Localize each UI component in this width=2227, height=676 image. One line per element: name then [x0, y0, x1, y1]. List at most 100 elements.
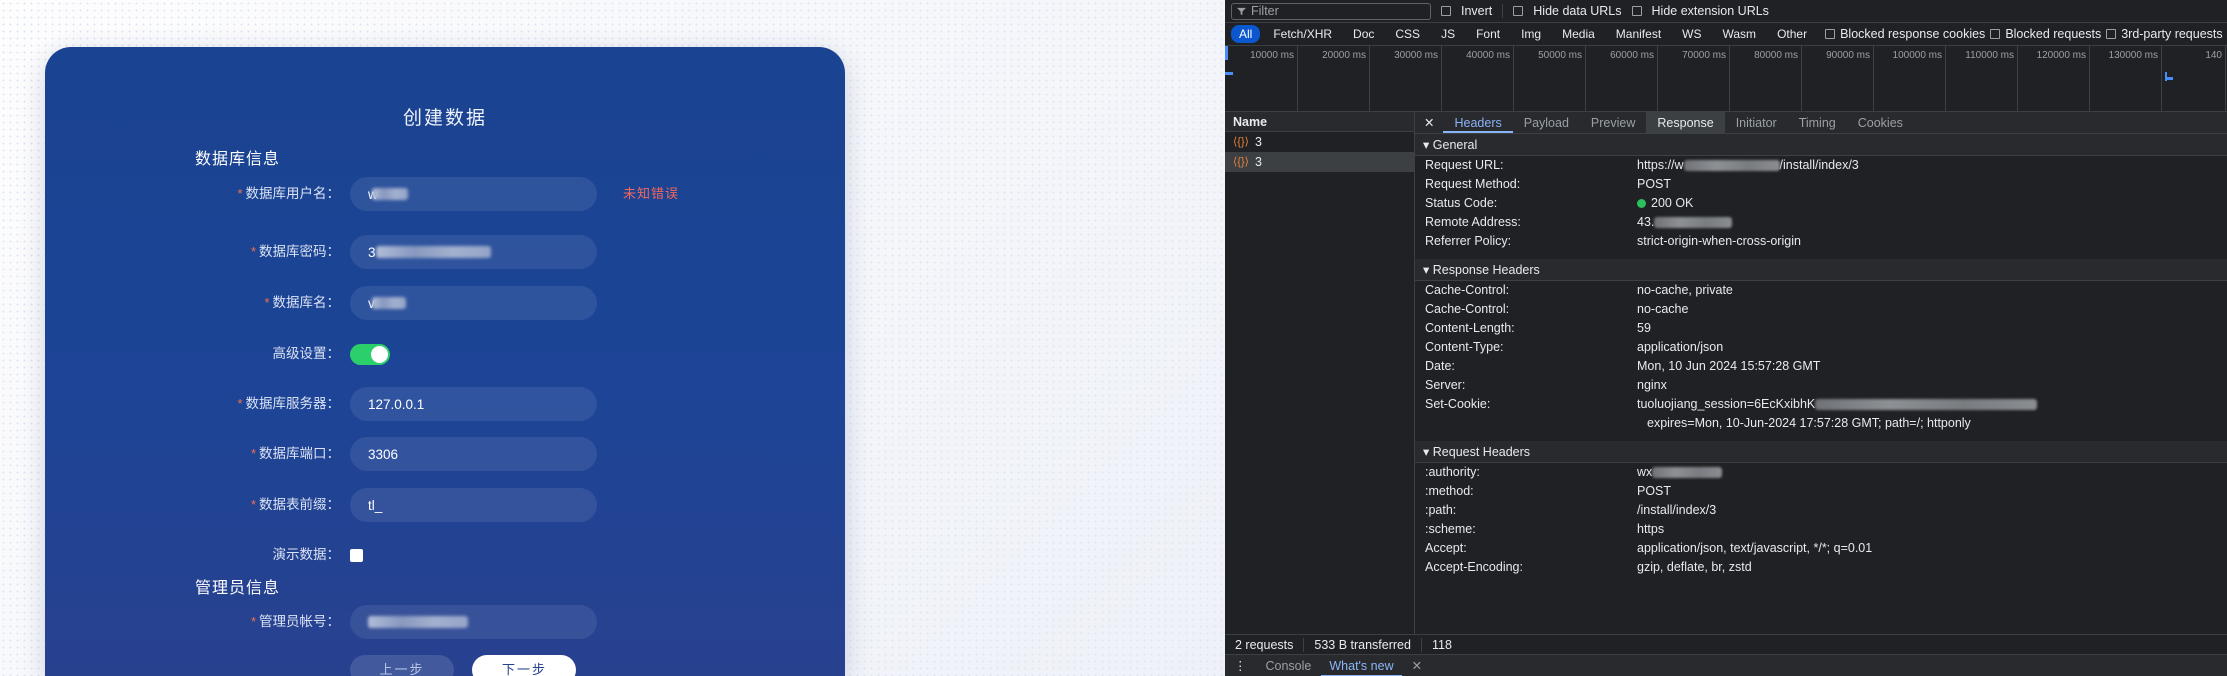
request-list-column-header[interactable]: Name — [1225, 112, 1414, 132]
resource-size: 118 — [1431, 637, 1452, 652]
type-chip-manifest[interactable]: Manifest — [1608, 25, 1669, 43]
group-header-request-headers[interactable]: ▾ Request Headers — [1415, 441, 2227, 463]
label-admin-account: * 管理员帐号： — [250, 614, 340, 629]
tab-preview[interactable]: Preview — [1580, 112, 1646, 133]
group-header-general[interactable]: ▾ General — [1415, 134, 2227, 156]
funnel-icon — [1237, 7, 1246, 15]
type-chip-wasm[interactable]: Wasm — [1715, 25, 1765, 43]
type-chip-ws[interactable]: WS — [1674, 25, 1709, 43]
header-row-content-length: Content-Length: 59 — [1415, 319, 2227, 338]
advanced-settings-toggle[interactable] — [350, 344, 390, 365]
header-value: strict-origin-when-cross-origin — [1637, 234, 1801, 248]
tab-payload[interactable]: Payload — [1513, 112, 1580, 133]
header-value: application/json, text/javascript, */*; … — [1637, 541, 1873, 555]
group-header-response-headers[interactable]: ▾ Response Headers — [1415, 259, 2227, 281]
header-key: Content-Length: — [1425, 321, 1515, 335]
hide-data-urls-label: Hide data URLs — [1533, 4, 1622, 18]
filter-placeholder: Filter — [1251, 4, 1279, 18]
request-count: 2 requests — [1235, 637, 1294, 652]
timeline-tick-label: 90000 ms — [1826, 50, 1870, 61]
type-chip-all[interactable]: All — [1231, 25, 1261, 43]
hide-extension-urls-checkbox[interactable] — [1631, 6, 1642, 16]
db-name-input[interactable] — [350, 286, 597, 320]
field-row-db-password: * 数据库密码： — [45, 235, 845, 269]
header-key: Accept: — [1425, 541, 1467, 555]
next-step-button[interactable]: 下一步 — [472, 655, 577, 676]
db-port-input[interactable] — [350, 437, 597, 471]
type-chip-js[interactable]: JS — [1433, 25, 1463, 43]
header-value: Mon, 10 Jun 2024 15:57:28 GMT — [1637, 359, 1821, 373]
third-party-requests-option[interactable]: 3rd-party requests — [2106, 27, 2223, 41]
network-timeline-overview[interactable]: 10000 ms 20000 ms 30000 ms 40000 ms 5000… — [1225, 46, 2227, 112]
tab-headers[interactable]: Headers — [1443, 112, 1512, 133]
timeline-tick-label: 10000 ms — [1250, 50, 1294, 61]
db-username-input[interactable] — [350, 177, 597, 211]
third-party-requests-checkbox[interactable] — [2106, 29, 2117, 39]
header-value: expires=Mon, 10-Jun-2024 17:57:28 GMT; p… — [1647, 416, 1971, 430]
redaction-authority — [1652, 467, 1723, 478]
request-list-row-selected[interactable]: ⟨{}⟩ 3 — [1225, 152, 1414, 172]
blocked-response-cookies-option[interactable]: Blocked response cookies — [1825, 27, 1985, 41]
transferred-size: 533 B transferred — [1314, 637, 1411, 652]
request-name: 3 — [1254, 155, 1262, 169]
header-value: https — [1637, 522, 1665, 536]
filter-input-box[interactable]: Filter — [1231, 2, 1431, 20]
header-value: tuoluojiang_session=6EcKxibhK — [1637, 396, 2038, 413]
field-row-db-server: * 数据库服务器： — [45, 387, 845, 421]
label-db-server: * 数据库服务器： — [237, 396, 340, 411]
request-list-row[interactable]: ⟨{}⟩ 3 — [1225, 132, 1414, 152]
blocked-response-cookies-checkbox[interactable] — [1825, 29, 1836, 39]
db-port-control — [350, 437, 597, 471]
drawer-tab-whats-new[interactable]: What's new — [1321, 655, 1401, 676]
header-key: Cache-Control: — [1425, 283, 1510, 297]
devtools-network-panel: Filter Invert Hide data URLs Hide extens… — [1225, 0, 2227, 676]
db-password-input[interactable] — [350, 235, 597, 269]
type-chip-other[interactable]: Other — [1769, 25, 1815, 43]
header-row-cache-control-2: Cache-Control: no-cache — [1415, 300, 2227, 319]
demo-data-checkbox[interactable] — [350, 549, 363, 562]
hide-data-urls-checkbox[interactable] — [1513, 6, 1524, 16]
timeline-tick-label: 30000 ms — [1394, 50, 1438, 61]
blocked-requests-option[interactable]: Blocked requests — [1990, 27, 2101, 41]
db-server-input[interactable] — [350, 387, 597, 421]
header-key: Request Method: — [1425, 177, 1521, 191]
tab-timing[interactable]: Timing — [1788, 112, 1847, 133]
drawer-close-icon[interactable]: ✕ — [1404, 655, 1430, 676]
header-row-status-code: Status Code: 200 OK — [1415, 194, 2227, 213]
close-icon[interactable]: ✕ — [1415, 112, 1443, 133]
invert-checkbox[interactable] — [1441, 6, 1451, 16]
table-prefix-input[interactable] — [350, 488, 597, 522]
header-value: /install/index/3 — [1637, 503, 1717, 517]
label-advanced-settings: 高级设置： — [272, 346, 341, 361]
page-title: 创建数据 — [402, 108, 487, 129]
drawer-tab-console[interactable]: Console — [1258, 655, 1320, 676]
type-chip-doc[interactable]: Doc — [1345, 25, 1382, 43]
type-chip-img[interactable]: Img — [1513, 25, 1549, 43]
required-asterisk: * — [250, 614, 256, 629]
more-options-icon[interactable]: ⋮ — [1225, 658, 1256, 673]
type-chip-media[interactable]: Media — [1554, 25, 1603, 43]
admin-account-input[interactable] — [350, 605, 597, 639]
header-row-request-method: Request Method: POST — [1415, 175, 2227, 194]
header-key: Status Code: — [1425, 196, 1498, 210]
field-row-advanced-settings: 高级设置： — [45, 337, 845, 371]
header-value: POST — [1637, 177, 1672, 191]
header-key: Set-Cookie: — [1425, 397, 1491, 411]
header-row-date: Date: Mon, 10 Jun 2024 15:57:28 GMT — [1415, 357, 2227, 376]
tab-initiator[interactable]: Initiator — [1725, 112, 1788, 133]
type-chip-font[interactable]: Font — [1468, 25, 1508, 43]
tab-response[interactable]: Response — [1646, 112, 1725, 133]
blocked-requests-checkbox[interactable] — [1990, 29, 2001, 39]
required-asterisk: * — [250, 497, 256, 512]
devtools-drawer: ⋮ Console What's new ✕ — [1225, 654, 2227, 676]
header-value: https://w/install/index/3 — [1637, 158, 1859, 172]
invert-label: Invert — [1461, 4, 1493, 18]
timeline-event-marker — [1225, 46, 1228, 60]
tab-cookies[interactable]: Cookies — [1847, 112, 1914, 133]
type-chip-css[interactable]: CSS — [1387, 25, 1428, 43]
admin-account-control — [350, 605, 597, 639]
header-key: Accept-Encoding: — [1425, 560, 1523, 574]
type-chip-fetch-xhr[interactable]: Fetch/XHR — [1265, 25, 1340, 43]
prev-step-button[interactable]: 上一步 — [350, 655, 454, 676]
db-username-control — [350, 177, 597, 211]
